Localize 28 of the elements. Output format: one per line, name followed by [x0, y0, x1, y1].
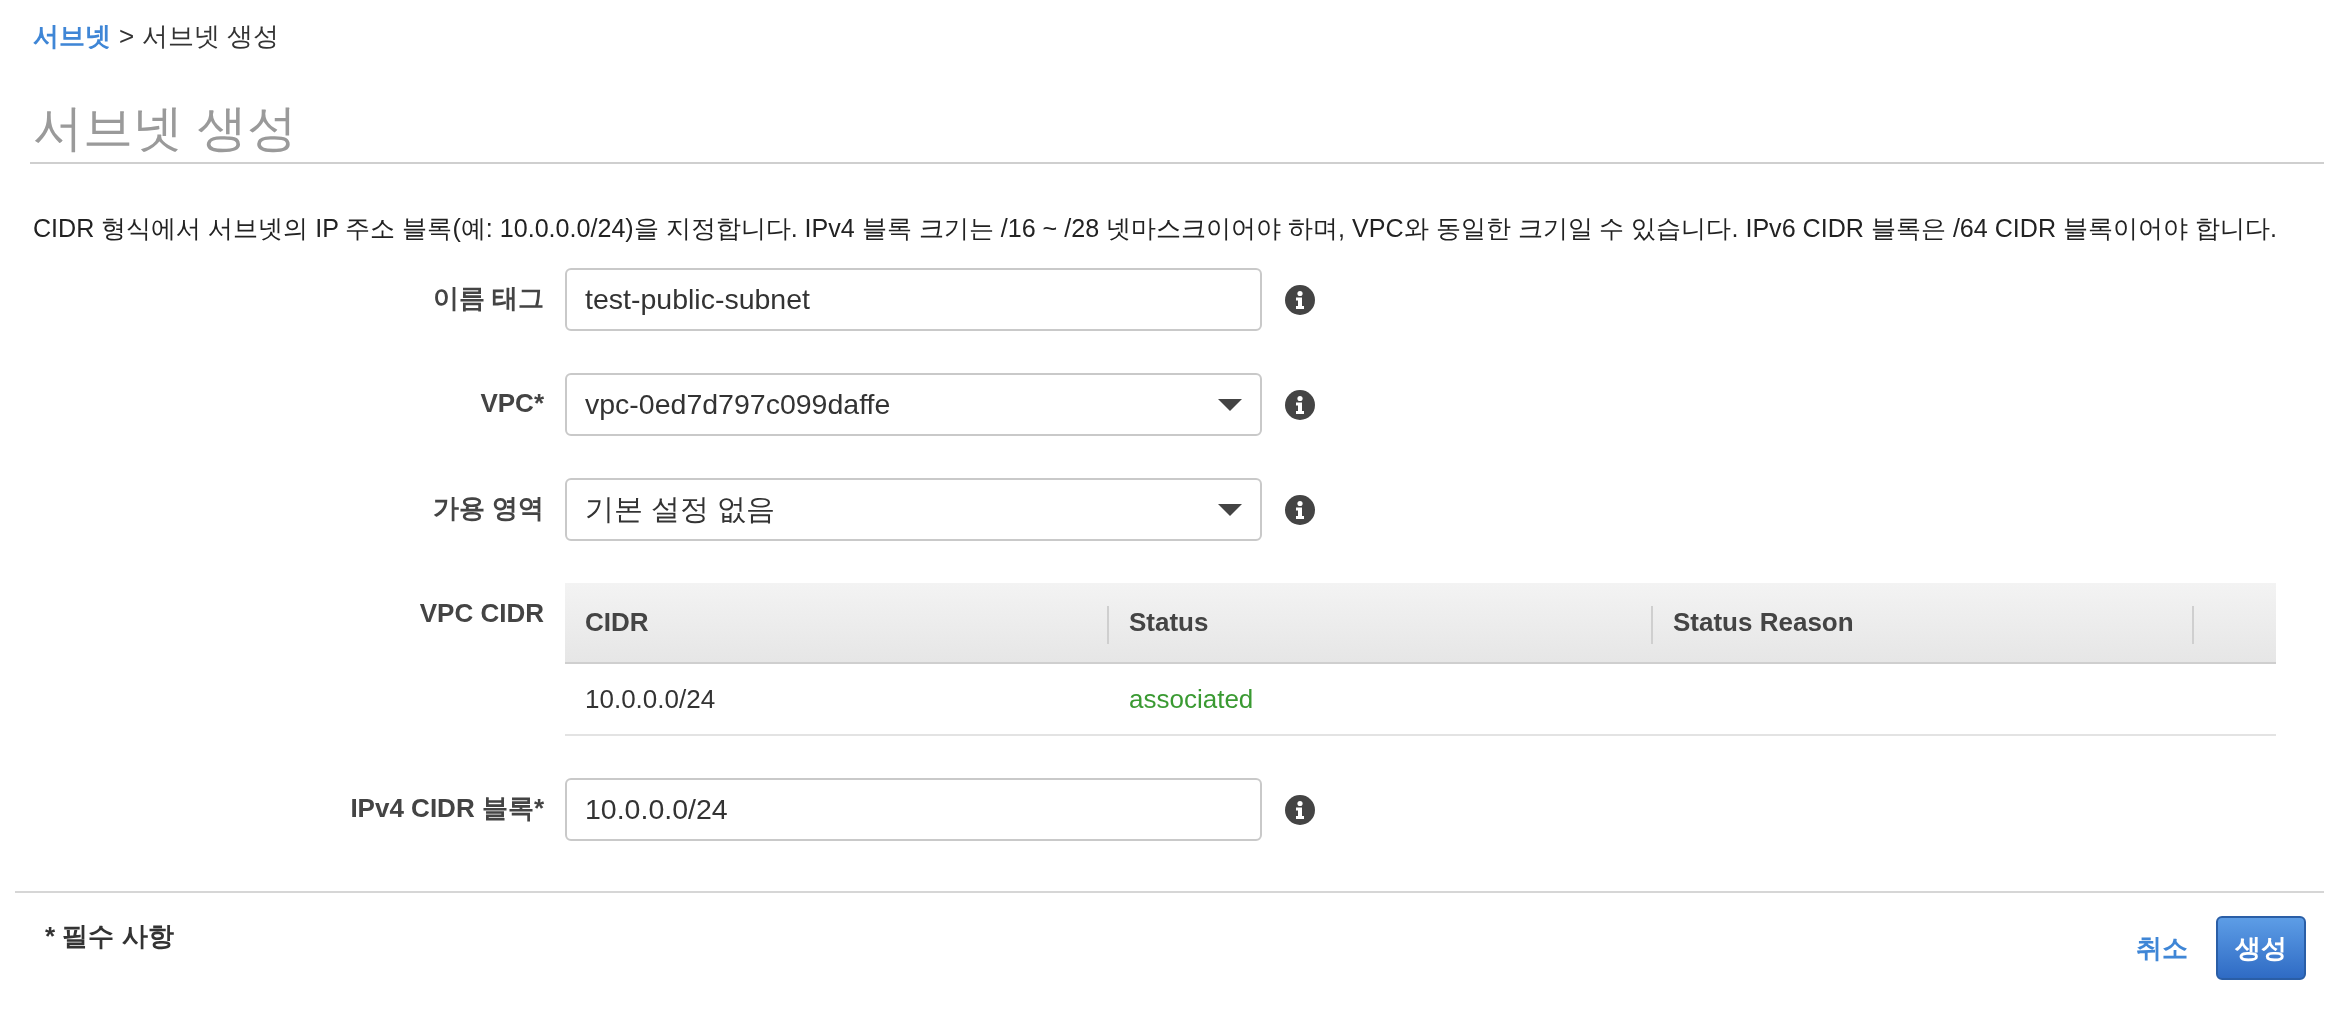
field-label: VPC CIDR [419, 598, 544, 628]
table-cell: 10.0.0.0/24 [585, 683, 716, 715]
select-field[interactable]: vpc-0ed7d797c099daffe [565, 373, 1262, 436]
field-label: 가용 영역 [432, 492, 544, 523]
text-field[interactable]: test-public-subnet [565, 268, 1262, 331]
caret-icon [1218, 398, 1242, 411]
required-note: * 필수 사항 [45, 920, 174, 952]
breadcrumb-current: 서브넷 생성 [142, 20, 280, 52]
info-icon[interactable] [1285, 494, 1315, 525]
text-field[interactable]: 10.0.0.0/24 [565, 778, 1262, 841]
column-header[interactable]: Status [1129, 607, 1209, 638]
select-field[interactable]: 기본 설정 없음 [565, 478, 1262, 541]
table-cell: associated [1129, 683, 1254, 715]
info-icon[interactable] [1285, 794, 1315, 825]
field-label: 이름 태그 [432, 282, 544, 313]
column-header[interactable]: Status Reason [1673, 607, 1854, 638]
page-title: 서브넷 생성 [33, 100, 297, 156]
caret-icon [1218, 503, 1242, 516]
description-text: CIDR 형식에서 서브넷의 IP 주소 블록(예: 10.0.0.0/24)을 지정합니다. IPv4 블록 크기는 /16 ~ /28 넷마스크이어야 하며, VPC와 동일한 크기일 수 있습니다. IPv6 CIDR 블록은 /64 CIDR 블록이어야 합니다. [33, 214, 2277, 242]
field-label: VPC* [480, 387, 544, 418]
info-icon[interactable] [1285, 389, 1315, 420]
breadcrumb-separator: > [119, 20, 135, 52]
field-label: IPv4 CIDR 블록* [350, 792, 544, 823]
column-header[interactable]: CIDR [585, 607, 649, 638]
cancel-link[interactable]: 취소 [2134, 930, 2190, 966]
info-icon[interactable] [1285, 284, 1315, 315]
breadcrumb-link[interactable]: 서브넷 [33, 20, 111, 52]
create-button[interactable]: 생성 [2216, 916, 2306, 980]
